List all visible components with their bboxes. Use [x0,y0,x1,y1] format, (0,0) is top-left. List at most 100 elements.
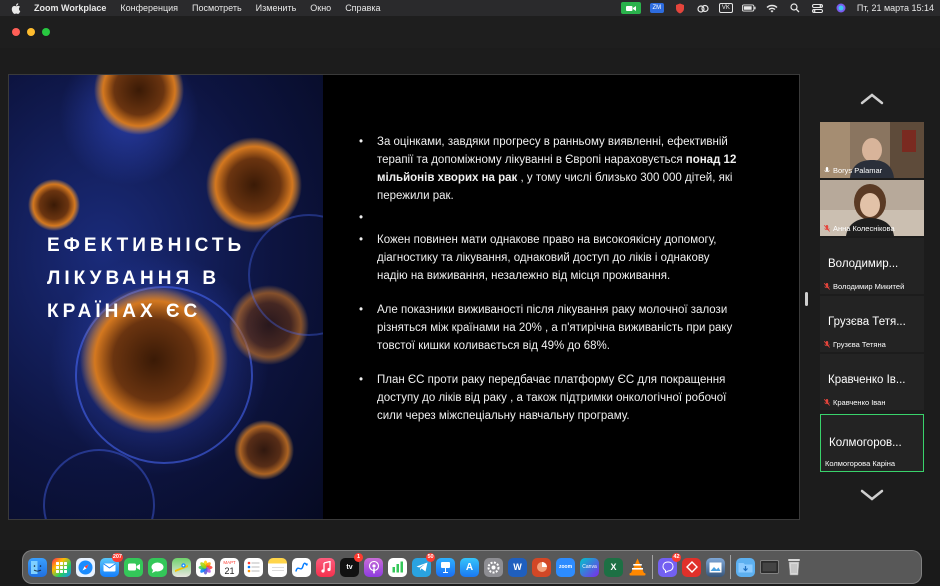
messages-icon[interactable] [148,557,167,577]
photos-icon[interactable] [196,557,215,577]
mail-icon[interactable]: 207 [100,552,123,577]
telegram-icon[interactable]: 50 [412,552,435,577]
excel-icon[interactable]: X [604,557,623,577]
podcasts-icon[interactable] [364,557,383,577]
zoom-icon[interactable]: zoom [556,557,575,577]
apple-tv-badge: 1 [354,552,363,562]
menu-edit[interactable]: Изменить [256,3,297,13]
preview-icon[interactable] [706,557,725,577]
microphone-muted-icon [824,341,830,348]
facetime-icon[interactable] [124,557,143,577]
control-center-icon[interactable] [811,3,825,13]
minimized-window-thumbnail[interactable] [760,558,779,577]
apple-menu-icon[interactable] [10,2,22,14]
participant-display-name: Колмогоров... [829,437,902,449]
search-icon[interactable] [788,3,802,13]
participant-name: Borys Palamar [833,166,883,175]
siri-icon[interactable] [834,3,848,13]
freeform-icon[interactable] [292,557,311,577]
viber-badge: 42 [672,552,681,562]
participant-display-name: Грузєва Тетя... [828,316,906,328]
anydesk-icon[interactable] [682,557,701,577]
slide-title-line: ЛІКУВАННЯ В [47,268,221,289]
bullet-dot: • [359,304,364,316]
microphone-muted-icon [824,225,830,232]
creative-cloud-tray-icon[interactable] [696,3,710,13]
finder-icon[interactable] [28,557,47,577]
shield-tray-icon[interactable] [673,3,687,13]
reminders-icon[interactable] [244,557,263,577]
participant-name: Колмогорова Каріна [825,459,896,468]
launchpad-icon[interactable] [52,557,71,577]
minimize-window-button[interactable] [27,28,35,36]
vk-tray-icon[interactable]: VK [718,3,733,13]
trash-icon[interactable] [784,558,803,577]
microphone-muted-icon [824,399,830,406]
menu-view[interactable]: Посмотреть [192,3,242,13]
downloads-folder-icon[interactable] [736,557,755,577]
apple-tv-icon[interactable]: tv 1 [340,552,363,577]
calendar-icon[interactable]: МАРТ 21 [220,557,239,577]
participant-display-name: Володимир... [828,258,899,270]
menu-conference[interactable]: Конференция [120,3,178,13]
word-icon[interactable]: W [508,557,527,577]
wifi-icon[interactable] [765,3,779,13]
slide-bullet: • За оцінками, завдяки прогресу в ранньо… [339,133,739,205]
close-window-button[interactable] [12,28,20,36]
bullet-dot: • [359,374,364,386]
participant-name: Володимир Микитей [833,282,905,291]
app-store-icon[interactable]: A [460,557,479,577]
numbers-icon[interactable] [388,557,407,577]
battery-icon[interactable] [741,3,756,13]
bullet-text: За оцінками, завдяки прогресу в ранньому… [377,136,728,166]
vlc-icon[interactable] [628,558,647,577]
fullscreen-window-button[interactable] [42,28,50,36]
participant-tile[interactable]: Грузєва Тетя... Грузєва Тетяна [820,296,924,352]
menu-help[interactable]: Справка [345,3,380,13]
microphone-icon [824,167,830,173]
menubar-clock[interactable]: Пт, 21 марта 15:14 [857,3,934,13]
menu-window[interactable]: Окно [310,3,331,13]
slide-bullet: • Але показники виживаності після лікува… [339,301,739,355]
powerpoint-icon[interactable] [532,557,551,577]
participant-name-label: Borys Palamar [824,166,882,175]
maps-icon[interactable] [172,557,191,577]
slide-cell-image: ЕФЕКТИВНІСТЬ ЛІКУВАННЯ В КРАЇНАХ ЄС [9,75,323,519]
participant-tile[interactable]: Анна Колеснікова [820,180,924,236]
participant-tile[interactable]: Borys Palamar [820,122,924,178]
excel-label: X [610,562,617,572]
gallery-resize-handle[interactable] [805,292,808,306]
participant-tile[interactable]: Володимир... Володимир Микитей [820,238,924,294]
system-settings-icon[interactable] [484,557,503,577]
macos-dock: 207 МАРТ 21 tv 1 50 A W zoom Canva X 42 [22,550,922,584]
mail-badge: 207 [111,552,123,562]
viber-icon[interactable]: 42 [658,552,681,577]
safari-icon[interactable] [76,557,95,577]
canva-label: Canva [582,564,597,570]
participant-name-label: Колмогорова Каріна [825,459,895,468]
canva-icon[interactable]: Canva [580,557,599,577]
slide-bullet: • План ЄС проти раку передбачає платформ… [339,371,739,425]
participant-tile-active-speaker[interactable]: Колмогоров... Колмогорова Каріна [820,414,924,472]
zoom-meeting-tray-icon[interactable] [620,2,641,14]
slide-bullet: • • Кожен повинен мати однакове право на… [339,212,739,285]
dock-separator [652,555,653,579]
notes-icon[interactable] [268,557,287,577]
apple-tv-label: tv [346,563,353,571]
telegram-badge: 50 [426,552,435,562]
zoom-meeting-window: ЕФЕКТИВНІСТЬ ЛІКУВАННЯ В КРАЇНАХ ЄС • За… [0,16,940,550]
chevron-up-icon[interactable] [860,92,884,106]
bullet-text: Але показники виживаності після лікуванн… [377,304,733,352]
window-titlebar [0,16,940,48]
participant-name: Грузєва Тетяна [833,340,886,349]
app-name-menu[interactable]: Zoom Workplace [34,3,106,13]
bullet-text: План ЄС проти раку передбачає платформу … [377,374,727,422]
chevron-down-icon[interactable] [860,488,884,502]
keynote-icon[interactable] [436,557,455,577]
music-icon[interactable] [316,557,335,577]
dock-separator [730,555,731,579]
participant-tile[interactable]: Кравченко Ів... Кравченко Іван [820,354,924,410]
status-tray: ZM VK Пт, 21 марта 15:14 [620,0,934,16]
bullet-dot: • [359,234,364,246]
zm-tray-icon[interactable]: ZM [649,3,664,13]
